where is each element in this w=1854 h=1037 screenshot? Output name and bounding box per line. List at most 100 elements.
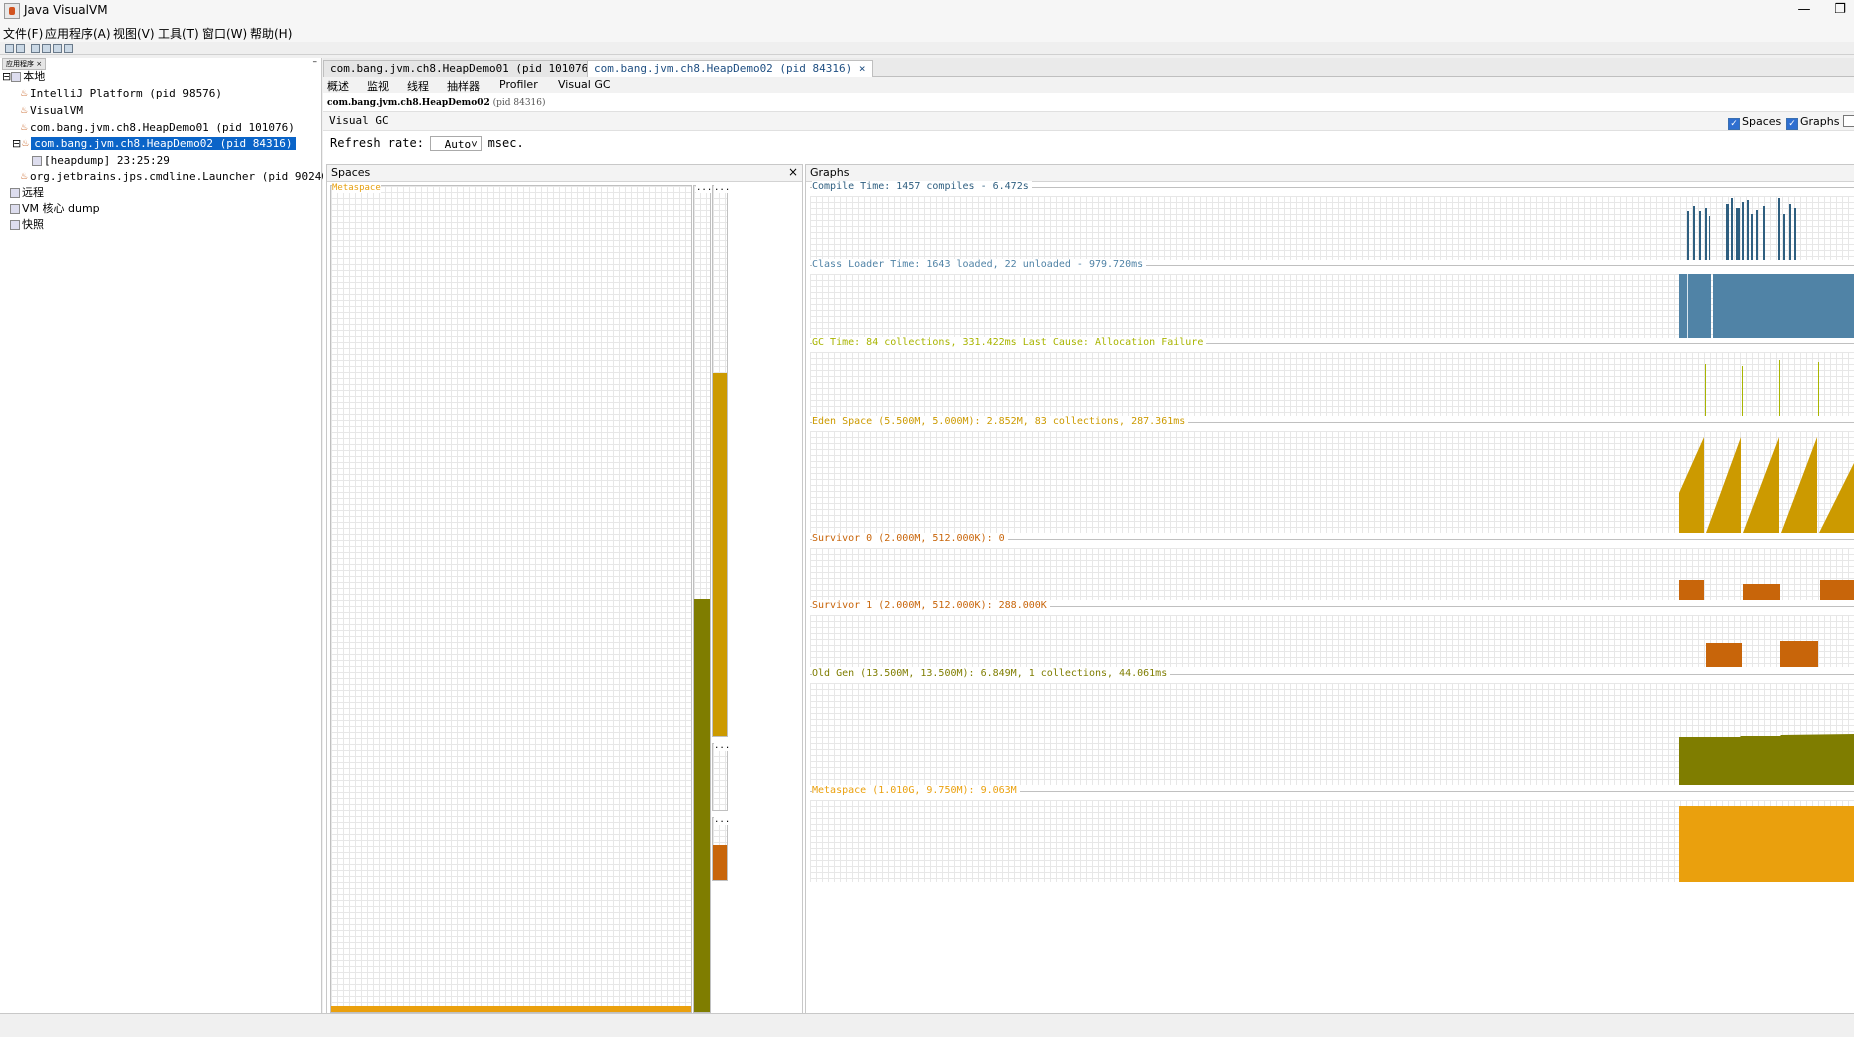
core-dump-icon xyxy=(10,204,20,214)
applications-panel: 应用程序 × – ⊟ 本地 ♨ IntelliJ Platform (pid 985… xyxy=(0,58,335,1013)
survivor1-chart xyxy=(1706,641,1818,667)
close-icon[interactable]: × xyxy=(859,62,866,75)
tree-node-heapdemo01[interactable]: ♨ com.bang.jvm.ch8.HeapDemo01 (pid 101076… xyxy=(20,120,295,135)
chevron-down-icon: ˅ xyxy=(471,138,478,151)
tab-profiler[interactable]: Profiler xyxy=(499,78,538,91)
metaspace-chart xyxy=(1679,806,1854,882)
survivor0-chart xyxy=(1679,580,1854,600)
menu-application[interactable]: 应用程序(A) xyxy=(45,25,111,42)
panel-minimize-button[interactable]: – xyxy=(313,58,318,67)
checkmark-icon: ✓ xyxy=(1728,118,1740,130)
document-tabs: com.bang.jvm.ch8.HeapDemo01 (pid 101076)… xyxy=(323,58,1854,77)
gc-time-chart xyxy=(1705,360,1819,416)
gc-time-graph: GC Time: 84 collections, 331.422ms Last … xyxy=(810,337,1854,416)
tree-node-local[interactable]: ⊟ 本地 xyxy=(2,69,45,84)
survivor1-graph: Survivor 1 (2.000M, 512.000K): 288.000K xyxy=(810,600,1854,667)
spaces-checkbox[interactable]: ✓ Spaces xyxy=(1728,115,1781,130)
tree-node-heapdump[interactable]: [heapdump] 23:25:29 xyxy=(32,153,170,168)
tab-threads[interactable]: 线程 xyxy=(407,78,429,94)
refresh-rate-unit: msec. xyxy=(487,136,524,150)
compile-time-graph: Compile Time: 1457 compiles - 6.472s xyxy=(810,181,1854,260)
gc-time-label: GC Time: 84 collections, 331.422ms Last … xyxy=(812,337,1207,348)
class-loader-graph: Class Loader Time: 1643 loaded, 22 unloa… xyxy=(810,259,1854,338)
graphs-title: Graphs xyxy=(810,166,850,179)
metaspace-graph-label: Metaspace (1.010G, 9.750M): 9.063M xyxy=(812,785,1020,796)
tab-sampler[interactable]: 抽样器 xyxy=(447,78,480,94)
old-gen-fill xyxy=(694,599,710,1012)
eden-space-graph: Eden Space (5.500M, 5.000M): 2.852M, 83 … xyxy=(810,416,1854,533)
add-remote-host-icon[interactable] xyxy=(42,44,51,53)
title-bar: Java VisualVM — ❐ xyxy=(0,0,1854,22)
old-gen-chart xyxy=(1679,734,1854,785)
globe-icon xyxy=(10,188,20,198)
menu-help[interactable]: 帮助(H) xyxy=(250,25,292,42)
computer-icon xyxy=(11,72,22,82)
checkmark-icon: ✓ xyxy=(1786,118,1798,130)
close-icon[interactable]: × xyxy=(788,165,798,179)
load-snapshot-icon[interactable] xyxy=(64,44,73,53)
old-gen-label: ... xyxy=(696,183,713,193)
maximize-button[interactable]: ❐ xyxy=(1822,0,1854,22)
java-icon: ♨ xyxy=(20,172,29,182)
minimize-button[interactable]: — xyxy=(1786,0,1822,22)
tree-node-visualvm[interactable]: ♨ VisualVM xyxy=(20,103,83,118)
survivor0-label: Survivor 0 (2.000M, 512.000K): 0 xyxy=(812,533,1008,544)
status-bar xyxy=(0,1013,1854,1037)
open-icon[interactable] xyxy=(5,44,14,53)
survivor0-space: ... xyxy=(712,741,731,811)
menu-window[interactable]: 窗口(W) xyxy=(202,25,247,42)
tree-node-vm-core-dump[interactable]: VM 核心 dump xyxy=(10,201,100,216)
compile-time-chart xyxy=(1687,198,1796,260)
metaspace-graph: Metaspace (1.010G, 9.750M): 9.063M xyxy=(810,785,1854,882)
tree-node-launcher[interactable]: ♨ org.jetbrains.jps.cmdline.Launcher (pid… xyxy=(20,169,335,184)
process-header: com.bang.jvm.ch8.HeapDemo02 (pid 84316) xyxy=(327,98,546,108)
refresh-rate-row: Refresh rate: Auto˅ msec. xyxy=(330,136,524,151)
menu-file[interactable]: 文件(F) xyxy=(3,25,43,42)
menu-tools[interactable]: 工具(T) xyxy=(158,25,199,42)
graphs-checkbox[interactable]: ✓ Graphs xyxy=(1786,115,1839,130)
histogram-checkbox[interactable] xyxy=(1843,115,1854,129)
old-gen-space: ... xyxy=(693,183,713,1013)
add-snapshot-icon[interactable] xyxy=(53,44,62,53)
java-icon: ♨ xyxy=(21,139,30,149)
process-name: com.bang.jvm.ch8.HeapDemo02 xyxy=(327,98,490,108)
tab-heapdemo01[interactable]: com.bang.jvm.ch8.HeapDemo01 (pid 101076)… xyxy=(323,60,616,77)
graphs-panel: Graphs Compile Time: 1457 compiles - 6.4… xyxy=(805,164,1854,1014)
metaspace-label: Metaspace xyxy=(332,183,381,193)
refresh-rate-label: Refresh rate: xyxy=(330,136,424,150)
save-icon[interactable] xyxy=(16,44,25,53)
java-icon: ♨ xyxy=(20,106,29,116)
refresh-rate-select[interactable]: Auto˅ xyxy=(429,136,482,151)
visual-gc-header: Visual GC ✓ Spaces ✓ Graphs xyxy=(323,111,1854,131)
spaces-panel: Spaces × Metaspace ... ... ... ... xyxy=(326,164,803,1014)
tree-node-heapdemo02[interactable]: ⊟♨ com.bang.jvm.ch8.HeapDemo02 (pid 84316… xyxy=(12,136,296,151)
tree-toggle-icon[interactable]: ⊟ xyxy=(2,70,11,83)
menu-view[interactable]: 视图(V) xyxy=(113,25,155,42)
eden-space: ... xyxy=(712,183,731,737)
tree-toggle-icon[interactable]: ⊟ xyxy=(12,137,21,150)
old-gen-graph: Old Gen (13.500M, 13.500M): 6.849M, 1 co… xyxy=(810,668,1854,785)
eden-fill xyxy=(713,373,727,736)
tab-visual-gc[interactable]: Visual GC xyxy=(558,78,611,91)
tab-heapdemo02[interactable]: com.bang.jvm.ch8.HeapDemo02 (pid 84316) … xyxy=(587,60,873,77)
main-panel: com.bang.jvm.ch8.HeapDemo01 (pid 101076)… xyxy=(323,58,1854,1014)
toolbar xyxy=(0,42,1854,55)
heapdump-icon xyxy=(32,156,42,166)
tree-node-remote[interactable]: 远程 xyxy=(10,185,44,200)
view-subtabs: 概述 监视 线程 抽样器 Profiler Visual GC xyxy=(323,77,1854,93)
tree-node-intellij[interactable]: ♨ IntelliJ Platform (pid 98576) xyxy=(20,86,222,101)
survivor0-graph: Survivor 0 (2.000M, 512.000K): 0 xyxy=(810,533,1854,600)
survivor1-label: ... xyxy=(714,815,731,825)
spaces-title: Spaces xyxy=(331,166,371,179)
tree-node-snapshots[interactable]: 快照 xyxy=(10,217,44,232)
java-icon: ♨ xyxy=(20,89,29,99)
tab-overview[interactable]: 概述 xyxy=(327,78,349,94)
survivor1-label: Survivor 1 (2.000M, 512.000K): 288.000K xyxy=(812,600,1050,611)
visual-gc-title: Visual GC xyxy=(329,114,389,127)
add-jmx-icon[interactable] xyxy=(31,44,40,53)
metaspace-space: Metaspace xyxy=(330,183,692,1013)
survivor1-fill xyxy=(713,845,727,880)
checkbox-icon xyxy=(1843,115,1854,127)
java-icon: ♨ xyxy=(20,123,29,133)
tab-monitor[interactable]: 监视 xyxy=(367,78,389,94)
